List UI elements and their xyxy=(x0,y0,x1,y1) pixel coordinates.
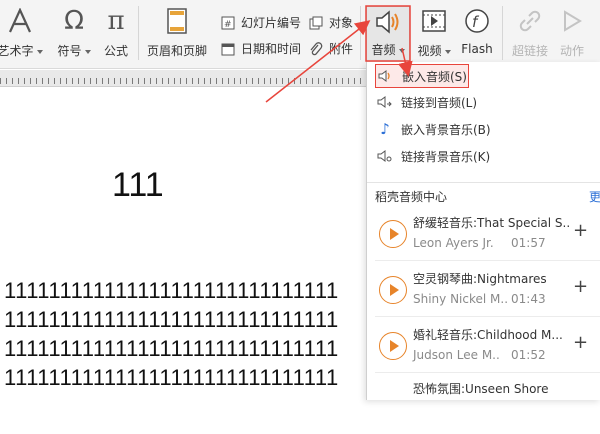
flash-button[interactable]: f Flash xyxy=(458,6,496,56)
track-separator xyxy=(375,372,600,373)
audio-dropdown-arrow xyxy=(398,48,405,53)
slide-number-icon: # xyxy=(220,15,236,31)
track-duration: 01:57 xyxy=(511,236,546,250)
slide-text-line[interactable]: 111111111111111111111111111111 xyxy=(4,278,339,304)
video-button[interactable]: 视频 xyxy=(414,6,454,59)
symbol-dropdown-arrow xyxy=(84,49,91,54)
ruler-ticks xyxy=(0,78,366,84)
video-icon xyxy=(421,6,447,36)
paperclip-icon xyxy=(308,41,324,57)
audio-label: 音频 xyxy=(371,43,396,57)
symbol-label: 符号 xyxy=(57,44,82,58)
speaker-icon xyxy=(376,67,396,85)
track-artist: Shiny Nickel M.. xyxy=(413,292,509,306)
toolbar-separator xyxy=(502,6,503,60)
track-title: 婚礼轻音乐:Childhood M... xyxy=(413,328,563,342)
track-title: 空灵钢琴曲:Nightmares xyxy=(413,272,547,286)
calendar-icon xyxy=(220,41,236,57)
hyperlink-button[interactable]: 超链接 xyxy=(508,6,552,59)
svg-text:#: # xyxy=(224,20,232,30)
omega-icon: Ω xyxy=(64,6,84,36)
add-icon[interactable]: + xyxy=(573,220,588,241)
insert-toolbar: 艺术字 Ω 符号 π 公式 页眉和页脚 # 幻灯片编号 对象 日期和时间 附件 … xyxy=(0,0,600,69)
embed-audio-item[interactable]: 嵌入音频(S) xyxy=(375,64,469,88)
symbol-button[interactable]: Ω 符号 xyxy=(54,6,94,59)
attachment-button[interactable]: 附件 xyxy=(308,40,353,57)
wordart-dropdown-arrow xyxy=(36,49,43,54)
slide-text-line[interactable]: 111111111111111111111111111111 xyxy=(4,365,339,391)
link-audio-label: 链接到音频(L) xyxy=(401,95,478,110)
wordart-button[interactable]: 艺术字 xyxy=(0,6,46,59)
speaker-chain-icon xyxy=(375,147,395,165)
object-button[interactable]: 对象 xyxy=(308,14,353,31)
link-bg-music-label: 链接背景音乐(K) xyxy=(401,149,491,164)
formula-button[interactable]: π 公式 xyxy=(100,6,132,59)
video-dropdown-arrow xyxy=(444,49,451,54)
slide-text-line[interactable]: 111111111111111111111111111111 xyxy=(4,336,339,362)
link-audio-item[interactable]: 链接到音频(L) xyxy=(375,91,595,113)
flash-label: Flash xyxy=(461,42,493,56)
video-label: 视频 xyxy=(417,44,442,58)
wordart-label: 艺术字 xyxy=(0,44,34,58)
formula-label: 公式 xyxy=(103,44,128,58)
audio-center-title: 稻壳音频中心 xyxy=(375,190,448,204)
pi-icon: π xyxy=(107,6,125,36)
embed-bg-music-item[interactable]: ♪ 嵌入背景音乐(B) xyxy=(375,118,595,140)
track-separator xyxy=(375,316,600,317)
track-artist: Leon Ayers Jr. xyxy=(413,236,494,250)
track-duration: 01:43 xyxy=(511,292,546,306)
speaker-link-icon xyxy=(375,93,395,111)
track-artist: Judson Lee M.. xyxy=(413,348,500,362)
embed-bg-music-label: 嵌入背景音乐(B) xyxy=(401,122,491,137)
slide-number-text[interactable]: 111 xyxy=(112,166,164,205)
attachment-label: 附件 xyxy=(329,42,354,56)
play-icon[interactable] xyxy=(379,332,407,360)
action-icon xyxy=(560,6,584,36)
slide-number-label: 幻灯片编号 xyxy=(241,16,302,30)
more-link[interactable]: 更 xyxy=(589,188,600,205)
action-label: 动作 xyxy=(559,44,584,58)
play-icon[interactable] xyxy=(379,220,407,248)
object-icon xyxy=(308,15,324,31)
track-title: 恐怖氛围:Unseen Shore xyxy=(413,382,549,396)
flash-icon: f xyxy=(464,6,490,36)
slide-number-button[interactable]: # 幻灯片编号 xyxy=(220,14,301,31)
toolbar-separator xyxy=(360,6,361,60)
header-footer-label: 页眉和页脚 xyxy=(146,44,207,58)
add-icon[interactable]: + xyxy=(573,332,588,353)
wordart-icon xyxy=(7,6,33,36)
datetime-button[interactable]: 日期和时间 xyxy=(220,40,301,57)
horizontal-ruler xyxy=(0,70,366,87)
track-title: 舒缓轻音乐:That Special S.. xyxy=(413,216,571,230)
object-label: 对象 xyxy=(329,16,354,30)
link-bg-music-item[interactable]: 链接背景音乐(K) xyxy=(375,145,595,167)
audio-button[interactable]: 音频 xyxy=(366,6,410,68)
slide-text-line[interactable]: 111111111111111111111111111111 xyxy=(4,307,339,333)
track-separator xyxy=(375,260,600,261)
add-icon[interactable]: + xyxy=(573,276,588,297)
play-icon[interactable] xyxy=(379,276,407,304)
link-icon xyxy=(517,6,543,36)
header-footer-button[interactable]: 页眉和页脚 xyxy=(146,6,208,59)
audio-dropdown-menu: 嵌入音频(S) 链接到音频(L) ♪ 嵌入背景音乐(B) 链接背景音乐(K) 稻… xyxy=(366,62,600,400)
menu-separator xyxy=(367,182,600,183)
speaker-icon xyxy=(374,7,402,37)
music-note-icon: ♪ xyxy=(380,120,390,138)
action-button[interactable]: 动作 xyxy=(556,6,588,59)
datetime-label: 日期和时间 xyxy=(241,42,302,56)
hyperlink-label: 超链接 xyxy=(511,44,548,58)
track-item[interactable]: 恐怖氛围:Unseen Shore xyxy=(375,378,600,434)
toolbar-separator xyxy=(138,6,139,60)
header-footer-icon xyxy=(166,6,188,36)
track-duration: 01:52 xyxy=(511,348,546,362)
embed-audio-label: 嵌入音频(S) xyxy=(402,69,467,84)
